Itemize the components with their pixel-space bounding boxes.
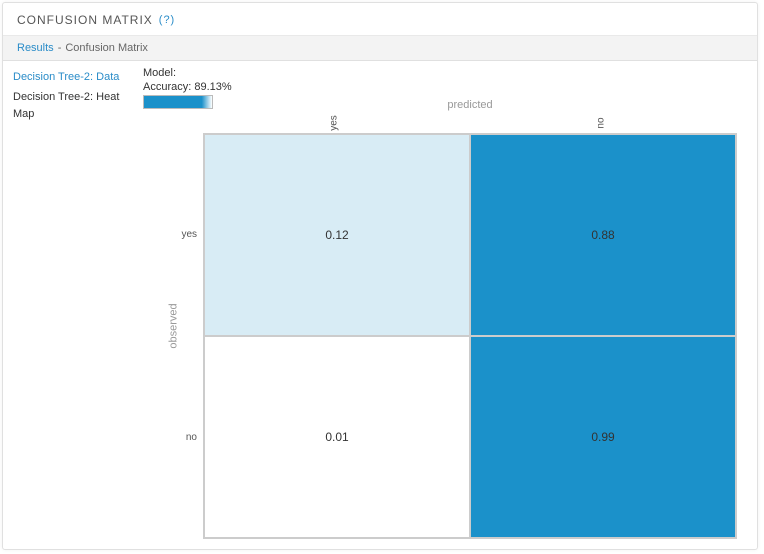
column-labels: yes no [203, 115, 737, 131]
cell-yes-no: 0.88 [470, 134, 736, 336]
axis-label-predicted: predicted [203, 99, 737, 111]
heatmap-grid: 0.12 0.88 0.01 0.99 [203, 133, 737, 539]
main-area: Model: Accuracy: 89.13% predicted yes no… [143, 61, 757, 549]
breadcrumb-root[interactable]: Results [17, 42, 54, 54]
row-label-no: no [173, 336, 201, 539]
panel-body: Decision Tree-2: Data Decision Tree-2: H… [3, 61, 757, 549]
row-label-yes: yes [173, 133, 201, 336]
panel-title: CONFUSION MATRIX [17, 13, 153, 27]
panel-header: CONFUSION MATRIX (?) [3, 3, 757, 36]
confusion-matrix-chart: predicted yes no observed yes no 0.12 0.… [203, 113, 737, 539]
breadcrumb-sep: - [58, 42, 62, 54]
sidebar: Decision Tree-2: Data Decision Tree-2: H… [3, 61, 143, 549]
model-accuracy: Accuracy: 89.13% [143, 81, 737, 93]
model-label: Model: [143, 67, 737, 79]
cell-yes-yes: 0.12 [204, 134, 470, 336]
sidebar-item-data[interactable]: Decision Tree-2: Data [13, 69, 133, 87]
cell-no-yes: 0.01 [204, 336, 470, 538]
confusion-matrix-panel: CONFUSION MATRIX (?) Results - Confusion… [2, 2, 758, 550]
cell-no-no: 0.99 [470, 336, 736, 538]
sidebar-item-heatmap[interactable]: Decision Tree-2: Heat Map [13, 89, 133, 124]
help-link[interactable]: (?) [159, 14, 175, 26]
row-labels: yes no [173, 133, 201, 539]
breadcrumb: Results - Confusion Matrix [3, 36, 757, 61]
breadcrumb-current: Confusion Matrix [65, 42, 148, 54]
